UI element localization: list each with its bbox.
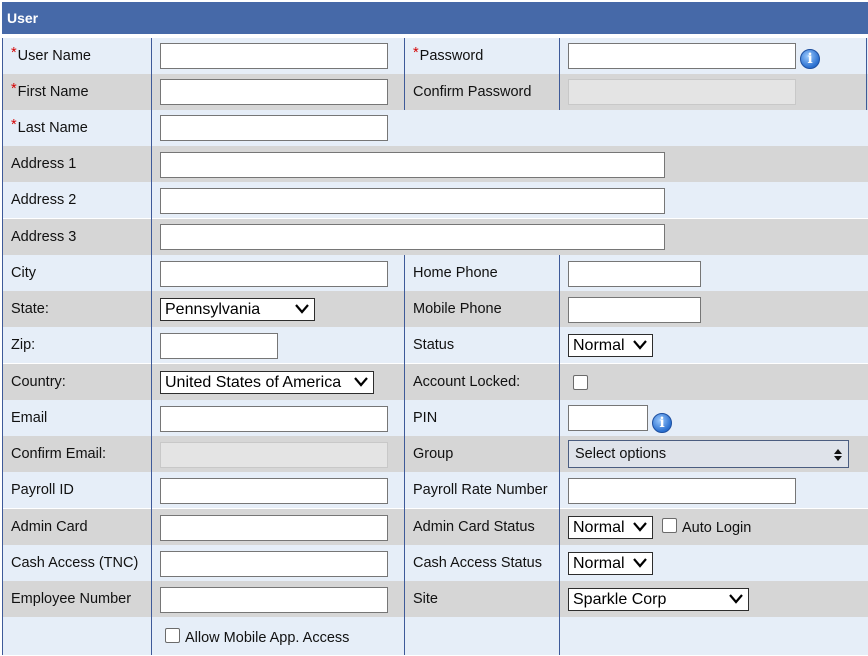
cash-access-status-value: Normal [573, 555, 625, 572]
address1-input[interactable] [160, 152, 665, 178]
site-label: Site [413, 591, 438, 607]
site-select[interactable]: Sparkle Corp [568, 588, 749, 611]
account-locked-checkbox[interactable] [573, 375, 588, 390]
chevron-down-icon [729, 594, 743, 604]
column-divider [559, 255, 560, 655]
group-placeholder: Select options [575, 446, 667, 462]
auto-login-label: Auto Login [682, 520, 752, 536]
status-select[interactable]: Normal [568, 334, 653, 357]
chevron-down-icon [633, 340, 647, 350]
account-locked-label: Account Locked: [413, 374, 521, 390]
admin-card-label: Admin Card [11, 519, 88, 535]
address1-label: Address 1 [11, 156, 77, 172]
state-label: State: [11, 301, 49, 317]
pin-info-icon[interactable]: i [652, 413, 672, 433]
status-value: Normal [573, 337, 625, 354]
city-input[interactable] [160, 261, 388, 287]
address3-label: Address 3 [11, 229, 77, 245]
admin-card-status-value: Normal [573, 519, 625, 536]
home-phone-input[interactable] [568, 261, 701, 287]
address2-label: Address 2 [11, 192, 77, 208]
cash-access-label: Cash Access (TNC) [11, 555, 139, 571]
employee-number-label: Employee Number [11, 591, 132, 607]
pin-input[interactable] [568, 405, 648, 431]
column-divider [404, 38, 405, 110]
chevron-down-icon [633, 558, 647, 568]
cash-access-input[interactable] [160, 551, 388, 577]
payroll-id-input[interactable] [160, 478, 388, 504]
payroll-rate-input[interactable] [568, 478, 796, 504]
address2-input[interactable] [160, 188, 665, 214]
sort-arrows-icon [834, 449, 842, 461]
password-info-icon[interactable]: i [800, 49, 820, 69]
payroll-id-label: Payroll ID [11, 482, 74, 498]
confirm-email-input [160, 442, 388, 468]
column-divider [2, 38, 3, 655]
confirm-password-input [568, 79, 796, 105]
mobile-phone-input[interactable] [568, 297, 701, 323]
chevron-down-icon [295, 304, 309, 314]
state-value: Pennsylvania [165, 301, 261, 318]
first-name-input[interactable] [160, 79, 388, 105]
password-label: *Password [413, 45, 484, 64]
home-phone-label: Home Phone [413, 265, 498, 281]
column-divider [404, 255, 405, 655]
password-input[interactable] [568, 43, 796, 69]
chevron-down-icon [633, 522, 647, 532]
auto-login-checkbox[interactable] [662, 518, 677, 533]
column-divider [151, 38, 152, 655]
status-label: Status [413, 337, 455, 353]
address3-input[interactable] [160, 224, 665, 250]
user-name-input[interactable] [160, 43, 388, 69]
user-form: User *User Name *Password i *First Name … [0, 0, 868, 655]
last-name-label: *Last Name [11, 117, 88, 136]
admin-card-input[interactable] [160, 515, 388, 541]
user-name-label: *User Name [11, 45, 91, 64]
cash-access-status-select[interactable]: Normal [568, 552, 653, 575]
country-label: Country: [11, 374, 66, 390]
section-header: User [2, 2, 868, 34]
form-row [2, 110, 868, 146]
allow-mobile-label: Allow Mobile App. Access [185, 630, 350, 646]
zip-input[interactable] [160, 333, 278, 359]
mobile-phone-label: Mobile Phone [413, 301, 502, 317]
email-input[interactable] [160, 406, 388, 432]
state-select[interactable]: Pennsylvania [160, 298, 315, 321]
city-label: City [11, 265, 36, 281]
cash-access-status-label: Cash Access Status [413, 555, 542, 571]
admin-card-status-label: Admin Card Status [413, 519, 535, 535]
country-value: United States of America [165, 374, 342, 391]
first-name-label: *First Name [11, 81, 89, 100]
payroll-rate-label: Payroll Rate Number [413, 482, 548, 498]
last-name-input[interactable] [160, 115, 388, 141]
group-label: Group [413, 446, 454, 462]
site-value: Sparkle Corp [573, 591, 667, 608]
employee-number-input[interactable] [160, 587, 388, 613]
country-select[interactable]: United States of America [160, 371, 374, 394]
confirm-password-label: Confirm Password [413, 84, 532, 100]
email-label: Email [11, 410, 48, 426]
column-divider [559, 38, 560, 110]
allow-mobile-checkbox[interactable] [165, 628, 180, 643]
group-multiselect[interactable]: Select options [568, 440, 849, 468]
confirm-email-label: Confirm Email: [11, 446, 107, 462]
form-row [2, 617, 868, 655]
column-divider [866, 38, 867, 110]
pin-label: PIN [413, 410, 438, 426]
admin-card-status-select[interactable]: Normal [568, 516, 653, 539]
zip-label: Zip: [11, 337, 36, 353]
chevron-down-icon [354, 377, 368, 387]
